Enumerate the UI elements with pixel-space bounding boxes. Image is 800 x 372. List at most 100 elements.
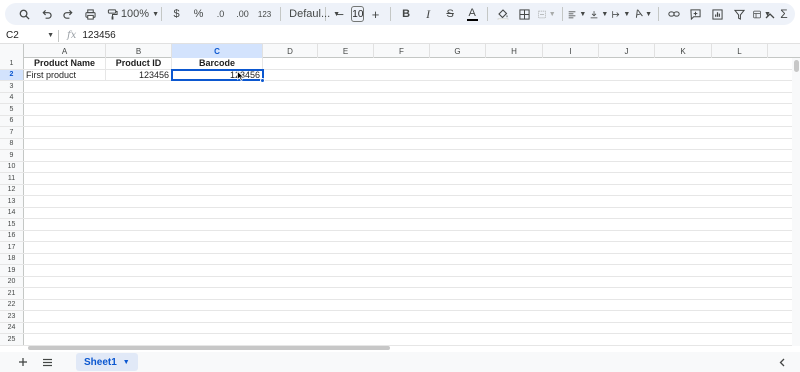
table-row: 19 xyxy=(0,265,800,277)
empty-cells[interactable] xyxy=(263,58,800,69)
cell-b2[interactable]: 123456 xyxy=(106,69,172,80)
row-header[interactable]: 4 xyxy=(0,92,24,103)
row-header[interactable]: 3 xyxy=(0,81,24,92)
search-icon[interactable] xyxy=(15,5,33,23)
table-row: 6 xyxy=(0,115,800,127)
row-header[interactable]: 15 xyxy=(0,219,24,230)
mouse-cursor-icon xyxy=(237,70,244,81)
font-size-input[interactable]: 10 xyxy=(351,6,365,22)
row-header[interactable]: 11 xyxy=(0,173,24,184)
row-header[interactable]: 23 xyxy=(0,311,24,322)
row-header[interactable]: 21 xyxy=(0,288,24,299)
cell-a2[interactable]: First product xyxy=(24,69,106,80)
table-row: 9 xyxy=(0,150,800,162)
cell-c1[interactable]: Barcode xyxy=(172,58,263,69)
comment-icon[interactable] xyxy=(687,5,705,23)
cell-b1[interactable]: Product ID xyxy=(106,58,172,69)
horizontal-scrollbar[interactable] xyxy=(24,346,792,351)
undo-icon[interactable] xyxy=(37,5,55,23)
italic-button[interactable]: I xyxy=(419,5,437,23)
name-box[interactable]: C2 ▼ xyxy=(0,28,58,44)
table-row: 13 xyxy=(0,196,800,208)
bold-button[interactable]: B xyxy=(397,5,415,23)
merge-cells-icon[interactable]: ▼ xyxy=(538,5,556,23)
row-header[interactable]: 12 xyxy=(0,184,24,195)
vertical-scroll-thumb[interactable] xyxy=(794,60,799,72)
chart-icon[interactable] xyxy=(709,5,727,23)
row-header[interactable]: 25 xyxy=(0,334,24,345)
column-header-a[interactable]: A xyxy=(24,44,106,58)
collapse-icon[interactable] xyxy=(761,6,779,24)
fill-handle[interactable] xyxy=(260,78,265,83)
table-row: 17 xyxy=(0,242,800,254)
all-sheets-icon[interactable] xyxy=(36,353,58,371)
row-header[interactable]: 5 xyxy=(0,104,24,115)
decrease-font-size-button[interactable]: − xyxy=(331,5,349,23)
fill-color-icon[interactable] xyxy=(494,5,512,23)
increase-font-size-button[interactable]: + xyxy=(366,5,384,23)
decrease-decimal-button[interactable]: .0 xyxy=(212,5,230,23)
text-color-button[interactable]: A xyxy=(463,5,481,23)
row-header[interactable]: 6 xyxy=(0,115,24,126)
row-header[interactable]: 10 xyxy=(0,161,24,172)
add-sheet-icon[interactable] xyxy=(12,353,34,371)
column-header-b[interactable]: B xyxy=(106,44,172,58)
number-format-button[interactable]: 123 xyxy=(256,5,274,23)
formula-input[interactable]: 123456 xyxy=(82,30,115,41)
text-rotation-icon[interactable]: A ▼ xyxy=(633,5,652,23)
row-header[interactable]: 9 xyxy=(0,150,24,161)
zoom-select[interactable]: 100% ▼ xyxy=(121,5,159,23)
row-header[interactable]: 14 xyxy=(0,207,24,218)
column-header-e[interactable]: E xyxy=(318,44,374,58)
link-icon[interactable] xyxy=(665,5,683,23)
column-header-i[interactable]: I xyxy=(543,44,599,58)
column-header-g[interactable]: G xyxy=(430,44,486,58)
row-header[interactable]: 16 xyxy=(0,230,24,241)
column-header-l[interactable]: L xyxy=(712,44,768,58)
filter-icon[interactable] xyxy=(731,5,749,23)
vertical-scrollbar[interactable] xyxy=(792,58,800,346)
paint-format-icon[interactable] xyxy=(103,5,121,23)
row-header[interactable]: 7 xyxy=(0,127,24,138)
font-select[interactable]: Defaul... ▼ xyxy=(286,5,340,23)
select-all-corner[interactable] xyxy=(0,44,24,58)
percent-button[interactable]: % xyxy=(190,5,208,23)
row-header[interactable]: 13 xyxy=(0,196,24,207)
currency-button[interactable]: $ xyxy=(168,5,186,23)
cell-a1[interactable]: Product Name xyxy=(24,58,106,69)
align-icon[interactable]: ▼ xyxy=(568,5,586,23)
column-header-h[interactable]: H xyxy=(486,44,543,58)
print-icon[interactable] xyxy=(81,5,99,23)
chevron-left-icon[interactable] xyxy=(774,354,790,370)
row-header[interactable]: 18 xyxy=(0,253,24,264)
text-wrap-icon[interactable]: ▼ xyxy=(612,5,630,23)
column-header-c[interactable]: C xyxy=(172,44,263,58)
sheet-tab-active[interactable]: Sheet1 ▼ xyxy=(76,353,138,371)
row-header[interactable]: 2 xyxy=(0,69,24,80)
table-row: 3 xyxy=(0,81,800,93)
cell-c2-active[interactable]: 123456 xyxy=(171,68,265,83)
redo-icon[interactable] xyxy=(59,5,77,23)
row-header[interactable]: 24 xyxy=(0,322,24,333)
number-format-label: 123 xyxy=(257,9,272,19)
row-header[interactable]: 22 xyxy=(0,299,24,310)
row-header[interactable]: 20 xyxy=(0,276,24,287)
row-header[interactable]: 8 xyxy=(0,138,24,149)
table-row: 20 xyxy=(0,276,800,288)
column-header-f[interactable]: F xyxy=(374,44,430,58)
borders-icon[interactable] xyxy=(516,5,534,23)
column-header-j[interactable]: J xyxy=(599,44,655,58)
row-header[interactable]: 1 xyxy=(0,58,24,69)
strikethrough-button[interactable]: S xyxy=(441,5,459,23)
text-color-bar xyxy=(466,18,478,21)
column-header-d[interactable]: D xyxy=(263,44,318,58)
empty-cells[interactable] xyxy=(263,69,800,80)
row-header[interactable]: 19 xyxy=(0,265,24,276)
table-row: 12 xyxy=(0,184,800,196)
horizontal-scroll-thumb[interactable] xyxy=(28,346,390,350)
column-header-k[interactable]: K xyxy=(655,44,712,58)
row-header[interactable]: 17 xyxy=(0,242,24,253)
valign-icon[interactable]: ▼ xyxy=(590,5,608,23)
chevron-down-icon: ▼ xyxy=(601,10,609,18)
increase-decimal-button[interactable]: .00 xyxy=(234,5,252,23)
